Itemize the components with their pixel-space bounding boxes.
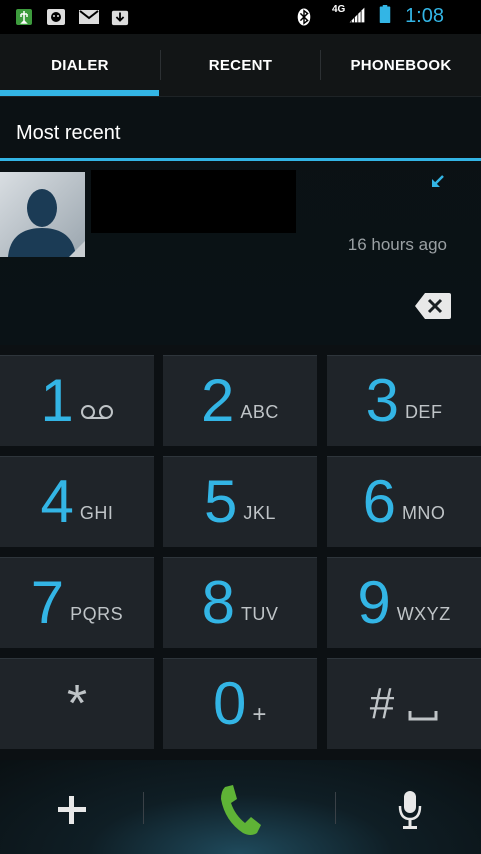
key-3[interactable]: 3 DEF	[327, 355, 481, 446]
key-symbol: *	[66, 675, 88, 733]
action-divider	[335, 792, 336, 824]
digits-field[interactable]	[0, 260, 481, 345]
key-letters: WXYZ	[396, 603, 451, 624]
clock-time: 1:08	[405, 5, 444, 27]
key-letters: PQRS	[70, 603, 124, 624]
key-0[interactable]: 0 +	[163, 658, 317, 749]
key-8[interactable]: 8 TUV	[163, 557, 317, 648]
key-letters: DEF	[404, 401, 443, 422]
tab-phonebook-label: PHONEBOOK	[350, 57, 452, 74]
call-button[interactable]	[200, 780, 280, 840]
status-bar: 4G 1:08	[0, 0, 481, 34]
usb-debug-icon	[16, 9, 32, 25]
signal-icon	[349, 7, 365, 23]
key-digit: 5	[204, 468, 238, 535]
tab-dialer-label: DIALER	[51, 57, 109, 74]
incoming-call-icon	[432, 175, 444, 187]
bluetooth-icon	[297, 8, 311, 26]
key-letters: +	[252, 701, 267, 728]
key-2[interactable]: 2 ABC	[163, 355, 317, 446]
key-star[interactable]: *	[0, 658, 154, 749]
key-symbol: #	[369, 679, 395, 728]
key-7[interactable]: 7 PQRS	[0, 557, 154, 648]
section-title: Most recent	[16, 122, 121, 144]
section-divider	[0, 158, 481, 161]
key-letters: GHI	[79, 502, 114, 523]
plus-icon	[58, 796, 86, 824]
key-6[interactable]: 6 MNO	[327, 456, 481, 547]
call-time-ago: 16 hours ago	[347, 235, 447, 254]
key-letters: JKL	[243, 502, 276, 523]
tab-recent-label: RECENT	[208, 57, 273, 74]
gmail-icon	[79, 10, 99, 24]
key-digit: 7	[30, 569, 65, 636]
network-type-label: 4G	[332, 4, 346, 15]
avatar-badge	[69, 241, 85, 257]
tab-bar: DIALER RECENT PHONEBOOK	[0, 34, 481, 97]
key-4[interactable]: 4 GHI	[0, 456, 154, 547]
voicemail-icon	[80, 405, 113, 419]
key-digit: 0	[213, 670, 247, 737]
key-digit: 9	[357, 569, 391, 636]
key-1[interactable]: 1	[0, 355, 154, 446]
key-digit: 6	[362, 468, 396, 535]
key-letters: ABC	[240, 401, 279, 422]
download-icon	[111, 10, 129, 26]
key-digit: 3	[365, 367, 399, 434]
key-pound[interactable]: #	[327, 658, 481, 749]
key-digit: 8	[201, 569, 235, 636]
tab-phonebook[interactable]: PHONEBOOK	[321, 34, 481, 97]
key-5[interactable]: 5 JKL	[163, 456, 317, 547]
phone-icon	[221, 785, 261, 835]
tab-dialer[interactable]: DIALER	[0, 34, 160, 97]
space-icon	[408, 711, 438, 721]
key-digit: 2	[201, 367, 235, 434]
key-9[interactable]: 9 WXYZ	[327, 557, 481, 648]
key-letters: MNO	[401, 502, 446, 523]
backspace-icon[interactable]	[414, 291, 452, 321]
contact-avatar[interactable]	[0, 172, 85, 257]
microphone-icon	[398, 791, 422, 829]
voice-search-button[interactable]	[380, 780, 440, 840]
key-letters: TUV	[240, 603, 279, 624]
contact-name-redacted	[91, 170, 296, 233]
battery-icon	[379, 5, 391, 23]
tab-recent[interactable]: RECENT	[161, 34, 320, 97]
key-digit: 4	[40, 468, 74, 535]
action-divider	[143, 792, 144, 824]
add-contact-button[interactable]	[40, 780, 104, 840]
android-icon	[47, 9, 65, 25]
key-digit: 1	[40, 367, 74, 434]
